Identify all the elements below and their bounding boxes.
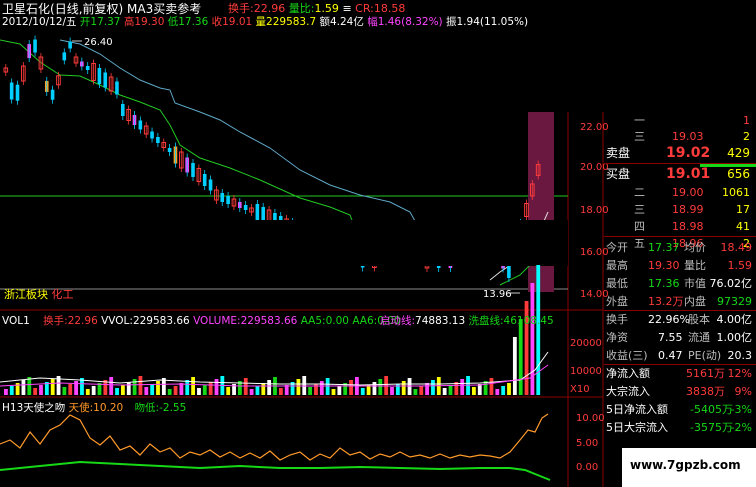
volume-bar	[495, 389, 500, 395]
volume-bar	[249, 389, 254, 395]
volume-bar	[50, 379, 55, 395]
volume-bar	[331, 389, 336, 395]
volume-bar	[536, 265, 541, 395]
volume-bar	[261, 383, 266, 395]
volume-bar	[472, 387, 476, 395]
quote-panel: 一1 三 19.03 2 卖盘 19.02 429 买盘 19.01 656 二 19.00 1…	[604, 112, 756, 487]
volume-bar	[460, 379, 465, 395]
svg-text:X10: X10	[570, 384, 590, 395]
volume-bar	[138, 376, 143, 395]
volume-bar	[185, 380, 190, 395]
volume-bar	[214, 379, 219, 395]
volume-bar	[413, 389, 418, 395]
volume-bar	[501, 386, 506, 395]
volume-bar	[68, 384, 73, 395]
volume-bar	[512, 337, 517, 395]
volume-bar	[115, 388, 119, 395]
volume-panel-lines: 启动线:74883.13 洗盘线:46108.45	[380, 315, 554, 327]
volume-bar	[226, 387, 231, 395]
volume-bar	[109, 377, 114, 395]
volume-bar	[167, 389, 172, 395]
volume-bar	[156, 381, 160, 395]
watermark-box: www.7gpzb.com	[622, 448, 756, 487]
svg-text:10000: 10000	[570, 366, 602, 377]
volume-bar	[442, 388, 447, 395]
volume-bar	[319, 381, 324, 395]
volume-bar	[62, 387, 67, 395]
volume-bar	[378, 379, 383, 395]
volume-bar	[349, 380, 353, 395]
svg-text:5.00: 5.00	[576, 438, 598, 449]
blank-area	[427, 30, 756, 112]
volume-bar	[419, 386, 424, 395]
volume-bar	[518, 319, 523, 395]
volume-bar	[530, 283, 535, 395]
volume-bar	[489, 378, 494, 395]
volume-bar	[255, 386, 260, 395]
bar-info: 2012/10/12/五 开17.37 高19.30 低17.36 收19.01…	[2, 16, 529, 29]
volume-bar	[308, 387, 312, 395]
volume-bar	[267, 380, 272, 395]
volume-bar	[337, 386, 342, 395]
volume-bar	[173, 386, 178, 395]
high-price-label: 26.40	[84, 37, 113, 48]
volume-bar	[21, 380, 26, 395]
volume-bar	[390, 387, 394, 395]
volume-panel-header: VOL1 换手:22.96 VVOL:229583.66 VOLUME:2295…	[2, 315, 401, 327]
svg-text:10.00: 10.00	[576, 413, 605, 424]
low-price-label: 13.96	[483, 289, 512, 300]
svg-text:20000: 20000	[570, 338, 602, 349]
volume-bar	[39, 385, 43, 395]
volume-bar	[33, 388, 38, 395]
volume-bar	[425, 383, 429, 395]
svg-text:0.00: 0.00	[576, 462, 598, 473]
volume-bar	[208, 382, 213, 395]
oscillator-header: H13天使之吻 天使:10.20 吻低:-2.55	[2, 402, 187, 414]
volume-bar	[401, 381, 406, 395]
watermark-text: www.7gpzb.com	[630, 458, 741, 472]
volume-bar	[507, 383, 511, 395]
volume-bar	[144, 387, 149, 395]
volume-bar	[85, 389, 90, 395]
sector-label[interactable]: 浙江板块 化工	[4, 286, 74, 302]
volume-bar	[296, 379, 301, 395]
volume-bar	[278, 388, 283, 395]
osc-axis: 10.00 5.00 0.00	[576, 413, 605, 473]
volume-bar	[360, 388, 365, 395]
volume-bar	[150, 384, 155, 395]
volume-bar	[126, 382, 131, 395]
volume-bar	[4, 389, 8, 395]
volume-bar	[191, 377, 195, 395]
volume-bar	[372, 382, 377, 395]
volume-bar	[9, 386, 14, 395]
volume-bar	[197, 388, 201, 395]
volume-bar	[431, 380, 435, 395]
volume-bar	[202, 385, 207, 395]
volume-bar	[448, 385, 453, 395]
chart-title: 卫星石化(日线,前复权) MA3买卖参考	[2, 2, 202, 16]
volume-bars	[4, 265, 541, 395]
top-stats: 换手:22.96 量比:1.59 ≡ CR:18.58	[228, 2, 406, 15]
volume-bar	[121, 385, 125, 395]
volume-bar	[477, 384, 482, 395]
volume-bar	[179, 383, 184, 395]
volume-bar	[91, 386, 96, 395]
volume-axis: 20000 10000 X10	[570, 338, 602, 395]
